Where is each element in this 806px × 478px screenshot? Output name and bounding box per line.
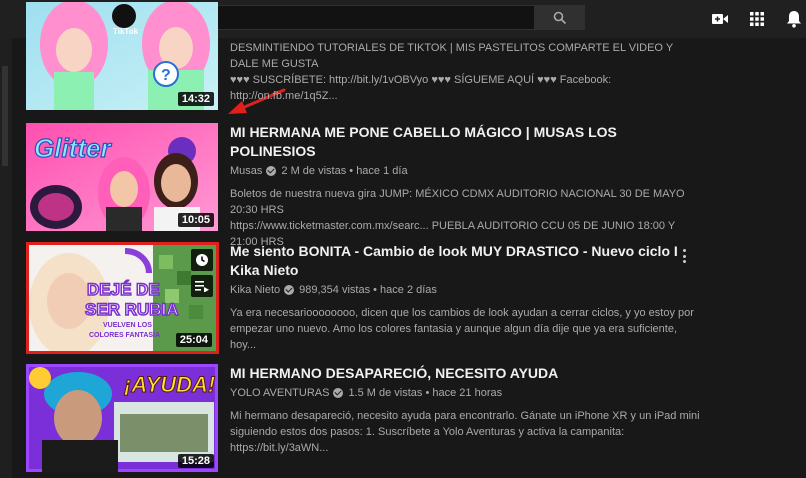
video-title[interactable]: Me siento BONITA - Cambio de look MUY DR… xyxy=(230,242,700,280)
more-options-button[interactable] xyxy=(676,246,692,266)
meta-separator: • xyxy=(422,387,433,399)
more-dot xyxy=(682,249,686,252)
watch-later-button[interactable] xyxy=(191,249,213,271)
thumbnail-text: DEJÉ DE xyxy=(87,280,160,299)
description-line: Ya era necesarioooooooo, dicen que los c… xyxy=(230,307,694,319)
view-count: 1.5 M de vistas xyxy=(348,387,423,399)
left-scroll-thumb[interactable] xyxy=(2,66,8,166)
video-description: DESMINTIENDO TUTORIALES DE TIKTOK | MIS … xyxy=(230,40,700,104)
meta-separator: • xyxy=(370,284,381,296)
svg-text:?: ? xyxy=(161,67,171,84)
add-to-queue-button[interactable] xyxy=(191,275,213,297)
title-line: POLINESIOS xyxy=(230,143,316,159)
upload-age: hace 1 día xyxy=(356,165,408,177)
thumbnail-text: VUELVEN LOS xyxy=(103,322,152,329)
video-title[interactable]: MI HERMANO DESAPARECIÓ, NECESITO AYUDA xyxy=(230,364,700,383)
left-scroll-strip xyxy=(0,38,12,478)
verified-check-icon xyxy=(284,285,295,295)
view-count: 989,354 vistas xyxy=(299,284,371,296)
title-line: Kika Nieto xyxy=(230,262,299,278)
thumbnail-text: COLORES FANTASÍA xyxy=(89,330,160,339)
queue-icon xyxy=(195,281,209,292)
video-thumbnail[interactable]: DEJÉ DE SER RUBIA VUELVEN LOS COLORES FA… xyxy=(26,242,219,354)
description-line: siguiendo estos dos pasos: 1. Suscríbete… xyxy=(230,426,625,454)
clock-icon xyxy=(196,254,208,266)
video-info: MI HERMANA ME PONE CABELLO MÁGICO | MUSA… xyxy=(230,123,700,250)
video-meta: YOLO AVENTURAS 1.5 M de vistas • hace 21… xyxy=(230,386,700,400)
video-duration: 10:05 xyxy=(177,213,214,227)
thumbnail-text: ¡AYUDA! xyxy=(124,372,215,397)
video-thumbnail[interactable]: ¡AYUDA! 15:28 xyxy=(26,364,218,472)
video-duration: 15:28 xyxy=(177,454,214,468)
video-description: Boletos de nuestra nueva gira JUMP: MÉXI… xyxy=(230,186,700,250)
description-line: empezar uno nuevo. Amo los colores fanta… xyxy=(230,323,678,351)
more-dot xyxy=(682,260,686,263)
title-line: MI HERMANO DESAPARECIÓ, NECESITO AYUDA xyxy=(230,365,559,381)
video-info: Me siento BONITA - Cambio de look MUY DR… xyxy=(230,242,700,353)
video-duration: 14:32 xyxy=(177,92,214,106)
video-description: Mi hermano desapareció, necesito ayuda p… xyxy=(230,408,700,456)
video-item[interactable]: ¡AYUDA! 15:28 MI HERMANO DESAPARECIÓ, NE… xyxy=(26,364,786,474)
video-description: Ya era necesarioooooooo, dicen que los c… xyxy=(230,305,700,353)
video-meta: Kika Nieto 989,354 vistas • hace 2 días xyxy=(230,283,700,297)
video-info: MI HERMANO DESAPARECIÓ, NECESITO AYUDA Y… xyxy=(230,364,700,456)
verified-check-icon xyxy=(266,166,277,176)
description-line: DESMINTIENDO TUTORIALES DE TIKTOK | MIS … xyxy=(230,42,673,70)
view-count: 2 M de vistas xyxy=(281,165,347,177)
description-line: Mi hermano desapareció, necesito ayuda p… xyxy=(230,410,700,422)
channel-name[interactable]: Musas xyxy=(230,164,262,178)
video-item[interactable]: DEJÉ DE SER RUBIA VUELVEN LOS COLORES FA… xyxy=(26,242,786,354)
video-duration: 25:04 xyxy=(175,333,212,347)
video-title[interactable]: MI HERMANA ME PONE CABELLO MÁGICO | MUSA… xyxy=(230,123,700,161)
upload-age: hace 2 días xyxy=(380,284,437,296)
video-meta: Musas 2 M de vistas • hace 1 día xyxy=(230,164,700,178)
title-line: Me siento BONITA - Cambio de look MUY DR… xyxy=(230,243,678,259)
video-info: DESMINTIENDO TUTORIALES DE TIKTOK | MIS … xyxy=(230,40,700,104)
thumbnail-text: SER RUBIA xyxy=(85,300,179,319)
notifications-button[interactable] xyxy=(783,8,805,30)
description-line: ♥♥♥ SUSCRÍBETE: http://bit.ly/1vOBVyo ♥♥… xyxy=(230,74,612,102)
video-thumbnail[interactable]: ? TikTok 14:32 xyxy=(26,2,218,110)
thumbnail-text: TikTok xyxy=(113,27,139,36)
channel-name[interactable]: YOLO AVENTURAS xyxy=(230,386,329,400)
notifications-icon xyxy=(787,11,801,28)
verified-check-icon xyxy=(333,388,344,398)
video-item[interactable]: ? TikTok 14:32 DESMINTIENDO TUTORIALES D… xyxy=(26,2,786,112)
upload-age: hace 21 horas xyxy=(432,387,503,399)
title-line: MI HERMANA ME PONE CABELLO MÁGICO | MUSA… xyxy=(230,124,617,140)
channel-name[interactable]: Kika Nieto xyxy=(230,283,280,297)
more-dot xyxy=(682,254,686,258)
meta-separator: • xyxy=(346,165,357,177)
thumbnail-text: Glitter xyxy=(34,133,112,163)
video-thumbnail[interactable]: Glitter 10:05 xyxy=(26,123,218,231)
video-item[interactable]: Glitter 10:05 MI HERMANA ME PONE CABELLO… xyxy=(26,123,786,248)
description-line: Boletos de nuestra nueva gira JUMP: MÉXI… xyxy=(230,188,685,216)
